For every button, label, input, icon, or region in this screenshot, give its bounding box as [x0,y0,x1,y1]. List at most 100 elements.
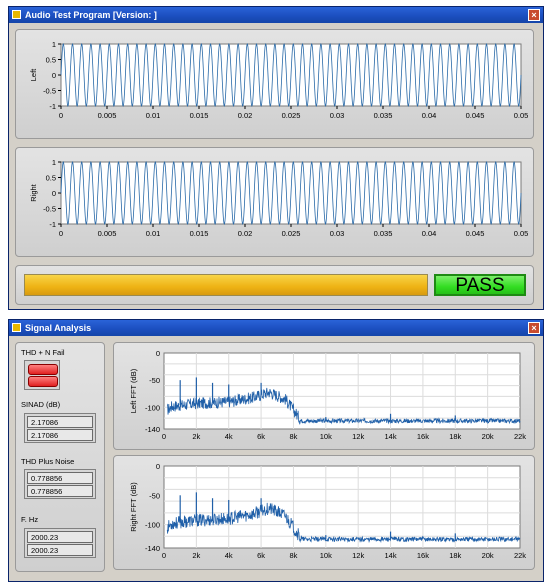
left-waveform-graph[interactable]: 10.50-0.5-10 0.005 0.01 0.015 0.02 0.025 0.03 0… [16,30,535,140]
x-tick-label: 18k [449,551,461,560]
x-tick-label: 16k [417,551,429,560]
progress-bar [24,274,428,296]
x-tick-label: 0.005 [98,111,117,120]
pass-indicator: PASS [434,274,526,296]
x-tick-label: 0.025 [282,229,301,238]
thd-noise-display: 0.778856 0.778856 [24,469,96,499]
freq-display: 2000.23 2000.23 [24,528,96,558]
progress-fill [25,275,427,295]
x-tick-label: 0 [59,229,63,238]
y-axis-label: Right FFT (dB) [129,482,138,532]
x-tick-label: 0.015 [190,229,209,238]
right-waveform-graph[interactable]: 10.50-0.5-10 0.005 0.01 0.015 0.02 0.025 0.03 0… [16,148,535,258]
pass-label: PASS [455,275,505,296]
y-tick-label: -50 [149,491,160,500]
x-tick-label: 12k [352,551,364,560]
x-tick-label: 6k [257,432,265,441]
sinad-label: SINAD (dB) [21,400,61,409]
x-tick-label: 0.05 [514,229,529,238]
y-axis-label: Left FFT (dB) [129,368,138,413]
x-tick-label: 10k [320,551,332,560]
x-tick-label: 14k [384,432,396,441]
x-tick-label: 0.03 [330,229,345,238]
thd-fail-led [28,376,58,387]
x-tick-label: 2k [192,551,200,560]
x-tick-label: 6k [257,551,265,560]
x-tick-label: 0.045 [466,229,485,238]
y-tick-label: 0.5 [46,174,56,183]
y-tick-label: -0.5 [43,87,56,96]
y-tick-label: 0 [156,349,160,358]
x-tick-label: 0 [162,551,166,560]
x-tick-label: 0.03 [330,111,345,120]
y-tick-label: -100 [145,521,160,530]
x-tick-label: 0.035 [374,229,393,238]
x-tick-label: 0 [59,111,63,120]
y-tick-label: 0 [52,71,56,80]
x-tick-label: 8k [289,432,297,441]
x-tick-label: 18k [449,432,461,441]
y-tick-label: 0 [52,189,56,198]
right-graph-panel: 1 0.5 0 -0.5 -1 0 0.005 0.01 0.015 0.02 0.025 0.03 0… [15,147,534,257]
x-tick-label: 4k [225,551,233,560]
x-tick-label: 12k [352,432,364,441]
x-tick-label: 0.04 [422,111,437,120]
close-icon[interactable]: × [528,322,540,334]
x-tick-label: 8k [289,551,297,560]
audio-test-window: Audio Test Program [Version: ] × 1 0.5 0 -0… [8,6,544,310]
signal-analysis-window: Signal Analysis × THD + N Fail SINAD (dB… [8,319,544,582]
app-icon [12,10,21,19]
x-tick-label: 0.035 [374,111,393,120]
freq-label: F. Hz [21,515,39,524]
left-fft-panel: 0 -50 -100 -140 0 2k 4k 6k 8k 10k 12k 14k 16k 18k 20k 2… [113,342,535,450]
x-tick-label: 14k [384,551,396,560]
thd-noise-value: 0.778856 [27,472,93,484]
x-tick-label: 0.015 [190,111,209,120]
indicators-panel: THD + N Fail SINAD (dB) 2.17086 2.17086 … [15,342,105,572]
title-bar[interactable]: Audio Test Program [Version: ] × [9,7,543,23]
y-axis-label: Left [29,68,38,81]
status-panel: PASS [15,265,534,305]
app-icon [12,323,21,332]
close-icon[interactable]: × [528,9,540,21]
y-tick-label: -100 [145,403,160,412]
thd-fail-label: THD + N Fail [21,348,65,357]
x-tick-label: 20k [482,551,494,560]
x-tick-label: 0 [162,432,166,441]
x-tick-label: 0.025 [282,111,301,120]
x-tick-label: 22k [514,551,526,560]
x-tick-label: 0.02 [238,229,253,238]
sinad-value: 2.17086 [27,416,93,428]
x-tick-label: 0.005 [98,229,117,238]
x-tick-label: 0.04 [422,229,437,238]
thd-noise-label: THD Plus Noise [21,457,75,466]
x-tick-label: 0.01 [146,111,161,120]
freq-value: 2000.23 [27,531,93,543]
y-tick-label: -140 [145,425,160,434]
left-fft-graph[interactable]: 0-50-100-1400 2k 4k 6k 8k 10k 12k 14k 16k 18k 20k 2… [114,343,536,451]
y-tick-label: -50 [149,376,160,385]
y-tick-label: 1 [52,158,56,167]
title-bar[interactable]: Signal Analysis × [9,320,543,336]
y-tick-label: 0 [156,462,160,471]
plot-area [163,465,521,549]
x-tick-label: 16k [417,432,429,441]
x-tick-label: 0.01 [146,229,161,238]
x-tick-label: 4k [225,432,233,441]
window-title: Signal Analysis [25,323,92,333]
plot-area [163,352,521,430]
thd-fail-led [28,364,58,375]
y-tick-label: 1 [52,40,56,49]
right-fft-graph[interactable]: 0-50-100-1400 2k 4k 6k 8k 10k 12k 14k 16k 18k 20k 2… [114,456,536,571]
x-tick-label: 0.045 [466,111,485,120]
x-tick-label: 10k [320,432,332,441]
x-tick-label: 2k [192,432,200,441]
thd-noise-value: 0.778856 [27,485,93,497]
x-tick-label: 0.02 [238,111,253,120]
y-axis-label: Right [29,183,38,201]
left-graph-panel: 1 0.5 0 -0.5 -1 0 0.005 0.01 0.015 0.02 0.025 0.03 0… [15,29,534,139]
thd-fail-indicator [24,360,60,390]
sinad-value: 2.17086 [27,429,93,441]
sinad-display: 2.17086 2.17086 [24,413,96,443]
window-title: Audio Test Program [Version: ] [25,10,157,20]
